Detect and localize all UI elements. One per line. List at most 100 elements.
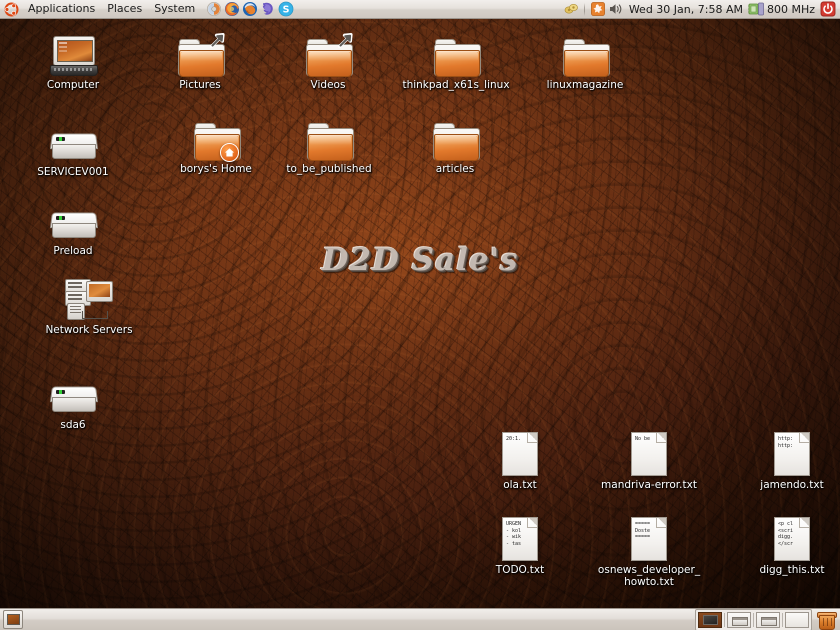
workspace-separator [724,612,725,627]
top-panel-left-section: Applications Places System S [0,0,295,19]
desktop-file-label: osnews_developer_ howto.txt [597,564,701,588]
boryss-home-glyph [157,112,275,162]
svg-text:S: S [283,5,290,16]
desktop-icon-pictures[interactable]: Pictures [157,28,243,91]
shutdown-icon[interactable] [820,1,836,17]
firefox-launcher-icon[interactable] [224,1,240,17]
symlink-emblem-icon [336,32,354,50]
openoffice-launcher-icon[interactable] [206,1,222,17]
text-file-preview: <p cl <scri digg. </scr [778,521,794,547]
text-file-preview: URGEN - kol - wik - tas [506,521,522,547]
preload-glyph [30,194,116,242]
desktop-icon-label: SERVICEV001 [37,166,109,178]
folder-icon [305,33,353,77]
menu-system[interactable]: System [148,1,201,18]
volume-tray-icon[interactable] [608,1,624,17]
network-servers-glyph [30,273,148,321]
desktop-icon-boryss-home[interactable]: borys's Home [157,112,275,175]
thunderbird-launcher-icon[interactable] [242,1,258,17]
text-file-icon: 20:1. [477,428,563,476]
text-file-icon: URGEN - kol - wik - tas [477,513,563,561]
desktop-icon-label: Computer [46,79,100,91]
top-panel: Applications Places System S Wed 30 Jan,… [0,0,840,19]
folder-icon [433,39,481,77]
desktop-icon-label: to_be_published [286,163,372,175]
computer-glyph [30,28,116,76]
to-be-published-glyph [270,112,388,161]
desktop-icon-label: Pictures [179,79,221,91]
cpu-frequency-icon[interactable] [748,1,765,17]
desktop-file-digg-this-txt[interactable]: <p cl <scri digg. </scr digg_this.txt [733,513,840,576]
desktop-icon-sda6[interactable]: sda6 [30,368,116,431]
desktop-icon-label: linuxmagazine [546,79,624,91]
trash-icon[interactable] [817,611,837,630]
bluetooth-tray-icon[interactable] [563,1,579,17]
desktop-icon-label: borys's Home [180,163,252,175]
linuxmagazine-glyph [526,28,644,77]
desktop-file-jamendo-txt[interactable]: http: http: jamendo.txt [733,428,840,491]
thinkpad-x61s-linux-glyph [397,28,515,77]
desktop-file-todo-txt[interactable]: URGEN - kol - wik - tas TODO.txt [477,513,563,576]
folder-icon [432,123,480,161]
desktop-icon-thinkpad-x61s-linux[interactable]: thinkpad_x61s_linux [397,28,515,91]
pidgin-launcher-icon[interactable] [260,1,276,17]
desktop-icon-label: articles [435,163,475,175]
desktop-file-label: TODO.txt [495,564,545,576]
show-desktop-icon[interactable] [3,610,23,629]
update-manager-tray-icon[interactable] [590,1,606,17]
desktop-file-mandriva-error-txt[interactable]: No be mandriva-error.txt [590,428,708,491]
desktop-icon-label: Videos [310,79,346,91]
videos-glyph [285,28,371,77]
panel-clock[interactable]: Wed 30 Jan, 7:58 AM [625,3,747,16]
desktop-icon-label: Preload [53,245,93,257]
computer-icon [50,36,98,76]
ubuntu-logo-icon[interactable] [4,2,19,17]
workspace-switcher[interactable] [695,608,812,630]
desktop-file-label: digg_this.txt [759,564,825,576]
desktop-file-label: mandriva-error.txt [601,479,697,491]
text-file-preview: 20:1. [506,436,522,442]
pictures-glyph [157,28,243,77]
tray-separator [583,2,585,16]
hard-drive-icon [50,212,98,242]
servicev001-glyph [30,115,116,163]
desktop-icon-network-servers[interactable]: Network Servers [30,273,148,336]
desktop-icon-articles[interactable]: articles [412,112,498,175]
desktop-file-osnews-developer-howto-txt[interactable]: ===== Doste ===== osnews_developer_ howto.… [590,513,708,588]
text-file-preview: http: http: [778,436,794,449]
cpu-frequency-label[interactable]: 800 MHz [766,3,817,16]
workspace-3[interactable] [756,611,780,628]
text-file-preview: No be [635,436,651,442]
desktop-icon-linuxmagazine[interactable]: linuxmagazine [526,28,644,91]
workspace-4[interactable] [785,611,809,628]
top-panel-right-section: Wed 30 Jan, 7:58 AM 800 MHz [562,0,840,19]
text-file-icon: <p cl <scri digg. </scr [733,513,840,561]
workspace-1[interactable] [698,611,722,628]
desktop-file-label: ola.txt [503,479,537,491]
desktop-icon-servicev001[interactable]: SERVICEV001 [30,115,116,178]
symlink-emblem-icon [208,32,226,50]
desktop-icon-preload[interactable]: Preload [30,194,116,257]
desktop-file-ola-txt[interactable]: 20:1. ola.txt [477,428,563,491]
workspace-separator [782,612,783,627]
text-file-preview: ===== Doste ===== [635,521,651,540]
desktop-icon-videos[interactable]: Videos [285,28,371,91]
window-task-list[interactable] [28,611,692,629]
skype-launcher-icon[interactable]: S [278,1,294,17]
home-emblem-icon [219,143,239,162]
workspace-2[interactable] [727,611,751,628]
text-file-icon: ===== Doste ===== [590,513,708,561]
desktop-icon-computer[interactable]: Computer [30,28,116,91]
hard-drive-icon [50,386,98,416]
workspace-separator [753,612,754,627]
menu-places[interactable]: Places [101,1,148,18]
hard-drive-icon [50,133,98,163]
desktop-icon-label: sda6 [60,419,86,431]
articles-glyph [412,112,498,161]
menu-applications[interactable]: Applications [22,1,101,18]
desktop-icon-to-be-published[interactable]: to_be_published [270,112,388,175]
sda6-glyph [30,368,116,416]
text-file-icon: http: http: [733,428,840,476]
folder-icon [562,39,610,77]
network-servers-icon [65,279,113,321]
